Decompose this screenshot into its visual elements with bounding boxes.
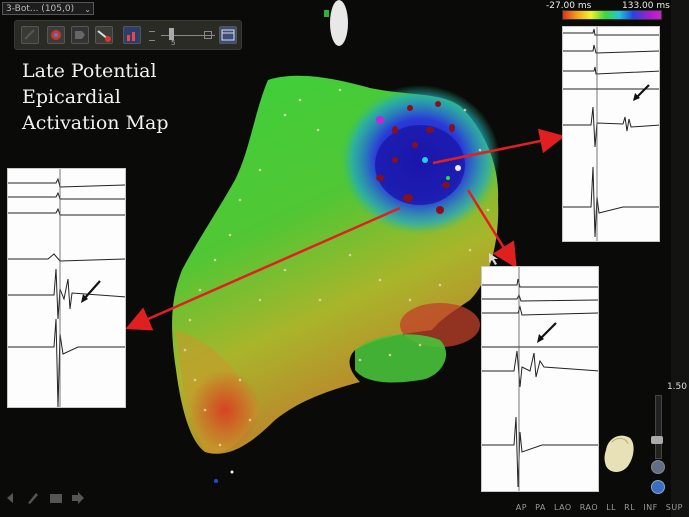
zoom-value: 1.50 xyxy=(666,382,687,392)
bottom-tools xyxy=(6,490,96,509)
egm-traces xyxy=(563,27,659,241)
catheter-point-icon xyxy=(376,116,384,124)
view-orientation-buttons: AP PA LAO RAO LL RL INF SUP xyxy=(511,503,683,512)
right-control-strip xyxy=(671,0,689,517)
rotate-icon[interactable] xyxy=(651,460,665,474)
view-button-ll[interactable]: LL xyxy=(606,503,616,512)
egm-traces xyxy=(8,169,125,407)
zoom-slider-icon[interactable] xyxy=(655,395,662,459)
view-button-inf[interactable]: INF xyxy=(643,503,657,512)
zoom-slider-thumb[interactable] xyxy=(651,436,663,444)
view-button-ap[interactable]: AP xyxy=(516,503,527,512)
reset-icon[interactable] xyxy=(651,480,665,494)
view-button-lao[interactable]: LAO xyxy=(554,503,572,512)
egm-panel-lower-right[interactable] xyxy=(481,266,599,492)
back-icon[interactable] xyxy=(7,493,13,503)
egm-panel-left[interactable] xyxy=(7,168,126,408)
egm-panel-upper-right[interactable] xyxy=(562,26,660,242)
heart-orientation-icon[interactable] xyxy=(600,428,640,478)
view-button-rl[interactable]: RL xyxy=(624,503,635,512)
view-button-sup[interactable]: SUP xyxy=(666,503,683,512)
view-button-pa[interactable]: PA xyxy=(535,503,546,512)
film-icon[interactable] xyxy=(50,494,62,503)
pen-icon[interactable] xyxy=(28,493,38,504)
view-button-rao[interactable]: RAO xyxy=(580,503,598,512)
forward-icon[interactable] xyxy=(72,492,84,504)
egm-traces xyxy=(482,267,598,491)
